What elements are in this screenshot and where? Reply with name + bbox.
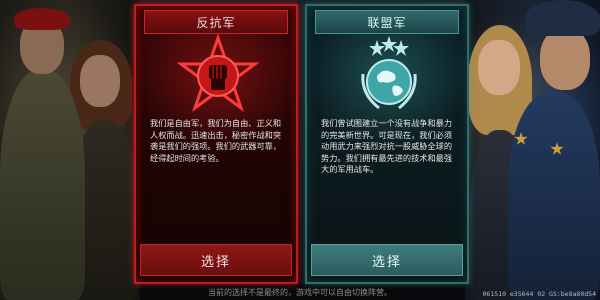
alliance-faction-panel[interactable]: 联盟军 我们曾试图建立一个没有战争和暴力的完美新世界。可是现在，我们必须动用武力…: [305, 4, 469, 284]
rebel-select-button[interactable]: 选择: [140, 244, 292, 276]
alliance-officer-uniform: [508, 92, 600, 300]
red-beret: [14, 8, 70, 30]
raised-fist-star-icon: [176, 34, 260, 113]
alliance-panel-title: 联盟军: [315, 10, 459, 34]
alliance-woman-face: [478, 40, 520, 95]
alliance-select-button[interactable]: 选择: [311, 244, 463, 276]
alliance-officer-face: [540, 28, 590, 90]
rebel-panel-title: 反抗军: [144, 10, 288, 34]
build-id: 061510 e35644 02 GS:be8a80d54: [482, 290, 597, 298]
officer-cap: [525, 0, 600, 36]
faction-select-screen: 反抗军 我们是自由军，我们为自由、正义和人权而战。迅速出击，秘密作战和突袭是我们…: [0, 0, 600, 300]
alliance-description: 我们曾试图建立一个没有战争和暴力的完美新世界。可是现在，我们必须动用武力来强烈对…: [321, 118, 453, 174]
globe-laurel-stars-icon: [361, 36, 417, 110]
rebel-soldier-body: [0, 70, 85, 300]
rebel-woman-face: [80, 55, 120, 107]
rebel-characters-art: [0, 0, 140, 300]
rebel-faction-panel[interactable]: 反抗军 我们是自由军，我们为自由、正义和人权而战。迅速出击，秘密作战和突袭是我们…: [134, 4, 298, 284]
rebel-description: 我们是自由军，我们为自由、正义和人权而战。迅速出击，秘密作战和突袭是我们的强项。…: [150, 118, 282, 163]
